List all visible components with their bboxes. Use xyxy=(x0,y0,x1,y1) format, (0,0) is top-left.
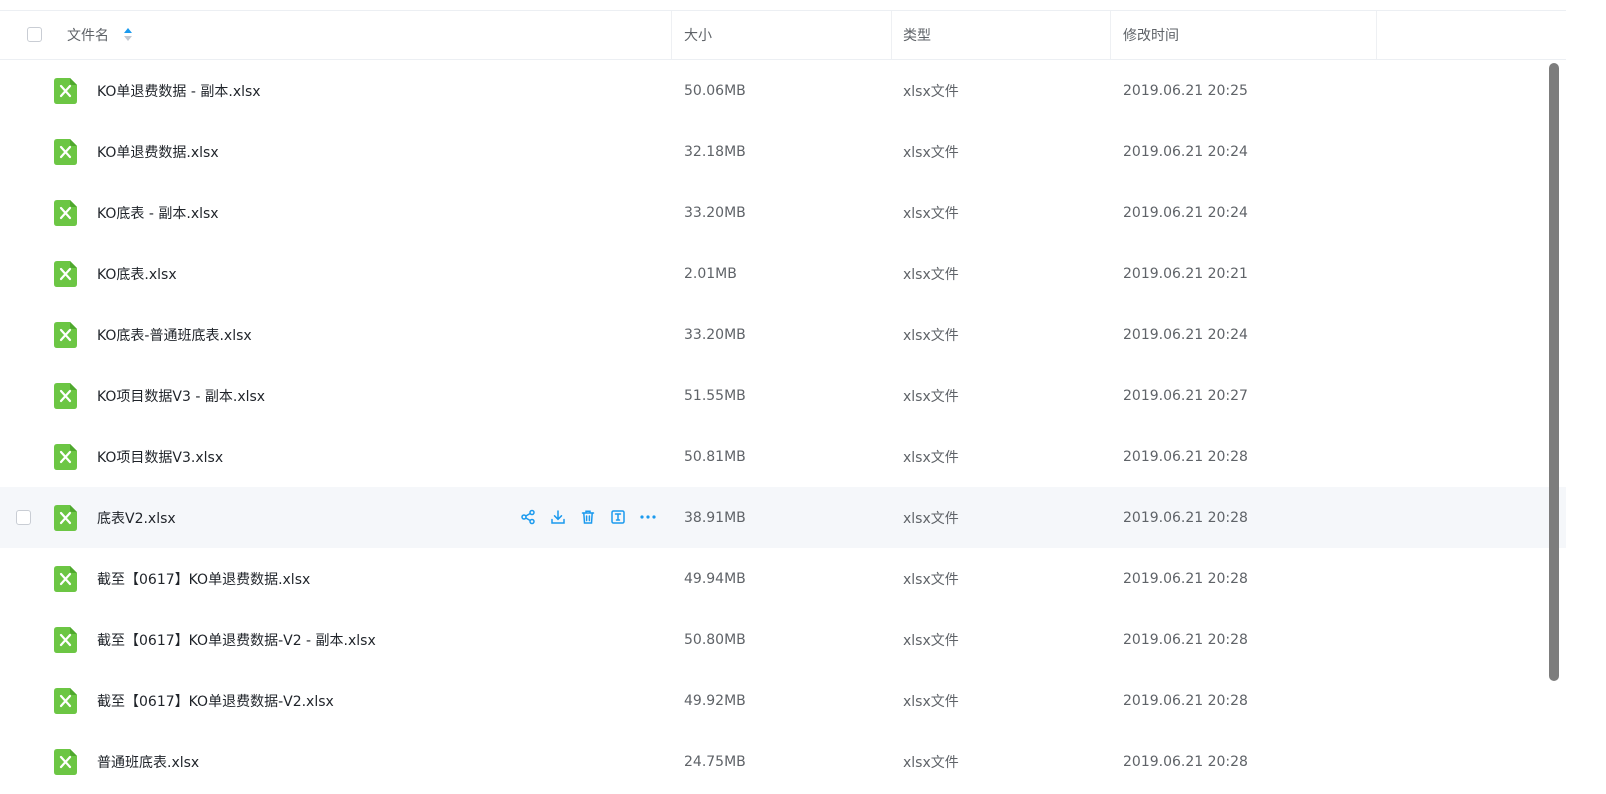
file-row[interactable]: KO单退费数据 - 副本.xlsx 50.06MB xlsx文件 2019.06.21… xyxy=(0,60,1566,121)
file-size: 2.01MB xyxy=(684,265,737,282)
column-header-name-label: 文件名 xyxy=(67,28,109,44)
file-type: xlsx文件 xyxy=(903,754,959,771)
column-header-size-label: 大小 xyxy=(684,28,712,44)
file-name[interactable]: KO底表.xlsx xyxy=(97,243,177,304)
scrollbar-thumb[interactable] xyxy=(1549,63,1559,681)
file-type: xlsx文件 xyxy=(903,693,959,710)
file-type: xlsx文件 xyxy=(903,266,959,283)
file-row[interactable]: KO项目数据V3.xlsx 50.81MB xlsx文件 2019.06.21 20:… xyxy=(0,426,1566,487)
file-row[interactable]: KO底表.xlsx 2.01MB xlsx文件 2019.06.21 20:21 xyxy=(0,243,1566,304)
file-type: xlsx文件 xyxy=(903,388,959,405)
column-header-modified[interactable]: 修改时间 xyxy=(1123,11,1179,59)
file-row[interactable]: 截至【0617】KO单退费数据-V2 - 副本.xlsx 50.80MB xlsx文… xyxy=(0,609,1566,670)
file-row[interactable]: 截至【0617】KO单退费数据-V2.xlsx 49.92MB xlsx文件 2019… xyxy=(0,670,1566,731)
xlsx-file-icon xyxy=(54,505,77,531)
file-type: xlsx文件 xyxy=(903,632,959,649)
xlsx-file-icon xyxy=(54,78,77,104)
file-size: 50.06MB xyxy=(684,82,746,99)
file-modified-time: 2019.06.21 20:28 xyxy=(1123,570,1248,587)
file-type: xlsx文件 xyxy=(903,83,959,100)
xlsx-file-icon xyxy=(54,688,77,714)
column-divider[interactable] xyxy=(1376,11,1377,59)
xlsx-file-icon xyxy=(54,383,77,409)
column-header-type[interactable]: 类型 xyxy=(903,11,931,59)
file-size: 50.81MB xyxy=(684,448,746,465)
file-row[interactable]: 截至【0617】KO单退费数据.xlsx 49.94MB xlsx文件 2019.06… xyxy=(0,548,1566,609)
file-name[interactable]: 截至【0617】KO单退费数据.xlsx xyxy=(97,548,310,609)
column-header-size[interactable]: 大小 xyxy=(684,11,712,59)
file-name[interactable]: 普通班底表.xlsx xyxy=(97,731,199,792)
file-modified-time: 2019.06.21 20:24 xyxy=(1123,204,1248,221)
file-size: 50.80MB xyxy=(684,631,746,648)
xlsx-file-icon xyxy=(54,627,77,653)
file-size: 33.20MB xyxy=(684,204,746,221)
file-name[interactable]: KO项目数据V3.xlsx xyxy=(97,426,223,487)
file-type: xlsx文件 xyxy=(903,327,959,344)
more-icon[interactable] xyxy=(638,507,658,527)
file-modified-time: 2019.06.21 20:28 xyxy=(1123,631,1248,648)
column-divider[interactable] xyxy=(671,11,672,59)
file-modified-time: 2019.06.21 20:28 xyxy=(1123,692,1248,709)
file-name[interactable]: KO项目数据V3 - 副本.xlsx xyxy=(97,365,265,426)
file-name[interactable]: 截至【0617】KO单退费数据-V2.xlsx xyxy=(97,670,334,731)
file-type: xlsx文件 xyxy=(903,449,959,466)
file-modified-time: 2019.06.21 20:25 xyxy=(1123,82,1248,99)
file-type: xlsx文件 xyxy=(903,205,959,222)
file-name[interactable]: KO底表 - 副本.xlsx xyxy=(97,182,219,243)
file-row[interactable]: 普通班底表.xlsx 24.75MB xlsx文件 2019.06.21 20:28 xyxy=(0,731,1566,792)
xlsx-file-icon xyxy=(54,322,77,348)
file-size: 24.75MB xyxy=(684,753,746,770)
column-header-name[interactable]: 文件名 xyxy=(67,11,109,59)
file-size: 51.55MB xyxy=(684,387,746,404)
xlsx-file-icon xyxy=(54,749,77,775)
file-type: xlsx文件 xyxy=(903,144,959,161)
file-modified-time: 2019.06.21 20:27 xyxy=(1123,387,1248,404)
file-row[interactable]: KO底表-普通班底表.xlsx 33.20MB xlsx文件 2019.06.21 2… xyxy=(0,304,1566,365)
xlsx-file-icon xyxy=(54,200,77,226)
column-divider[interactable] xyxy=(891,11,892,59)
file-name[interactable]: KO底表-普通班底表.xlsx xyxy=(97,304,252,365)
row-checkbox[interactable] xyxy=(16,510,31,525)
file-list: KO单退费数据 - 副本.xlsx 50.06MB xlsx文件 2019.06.21… xyxy=(0,60,1566,792)
file-modified-time: 2019.06.21 20:21 xyxy=(1123,265,1248,282)
file-modified-time: 2019.06.21 20:28 xyxy=(1123,753,1248,770)
xlsx-file-icon xyxy=(54,444,77,470)
file-name[interactable]: 截至【0617】KO单退费数据-V2 - 副本.xlsx xyxy=(97,609,376,670)
file-modified-time: 2019.06.21 20:28 xyxy=(1123,509,1248,526)
file-type: xlsx文件 xyxy=(903,510,959,527)
delete-icon[interactable] xyxy=(578,507,598,527)
file-name[interactable]: 底表V2.xlsx xyxy=(97,487,176,548)
download-icon[interactable] xyxy=(548,507,568,527)
file-row[interactable]: KO项目数据V3 - 副本.xlsx 51.55MB xlsx文件 2019.06.2… xyxy=(0,365,1566,426)
xlsx-file-icon xyxy=(54,261,77,287)
table-header: 文件名 大小 类型 修改时间 xyxy=(0,11,1566,60)
rename-icon[interactable] xyxy=(608,507,628,527)
file-name[interactable]: KO单退费数据 - 副本.xlsx xyxy=(97,60,261,121)
select-all-checkbox[interactable] xyxy=(27,27,42,42)
file-size: 33.20MB xyxy=(684,326,746,343)
file-modified-time: 2019.06.21 20:24 xyxy=(1123,143,1248,160)
column-header-type-label: 类型 xyxy=(903,28,931,44)
file-name[interactable]: KO单退费数据.xlsx xyxy=(97,121,219,182)
file-size: 38.91MB xyxy=(684,509,746,526)
file-size: 32.18MB xyxy=(684,143,746,160)
file-row[interactable]: 底表V2.xlsx 38.91MB xlsx文件 2019.06.21 20:28 xyxy=(0,487,1566,548)
file-size: 49.94MB xyxy=(684,570,746,587)
file-modified-time: 2019.06.21 20:24 xyxy=(1123,326,1248,343)
file-row[interactable]: KO底表 - 副本.xlsx 33.20MB xlsx文件 2019.06.21 20… xyxy=(0,182,1566,243)
file-row[interactable]: KO单退费数据.xlsx 32.18MB xlsx文件 2019.06.21 20:2… xyxy=(0,121,1566,182)
share-icon[interactable] xyxy=(518,507,538,527)
xlsx-file-icon xyxy=(54,139,77,165)
file-size: 49.92MB xyxy=(684,692,746,709)
file-type: xlsx文件 xyxy=(903,571,959,588)
column-divider[interactable] xyxy=(1110,11,1111,59)
row-actions xyxy=(518,507,658,527)
column-header-modified-label: 修改时间 xyxy=(1123,28,1179,44)
xlsx-file-icon xyxy=(54,566,77,592)
sort-asc-icon[interactable] xyxy=(124,28,132,42)
file-modified-time: 2019.06.21 20:28 xyxy=(1123,448,1248,465)
